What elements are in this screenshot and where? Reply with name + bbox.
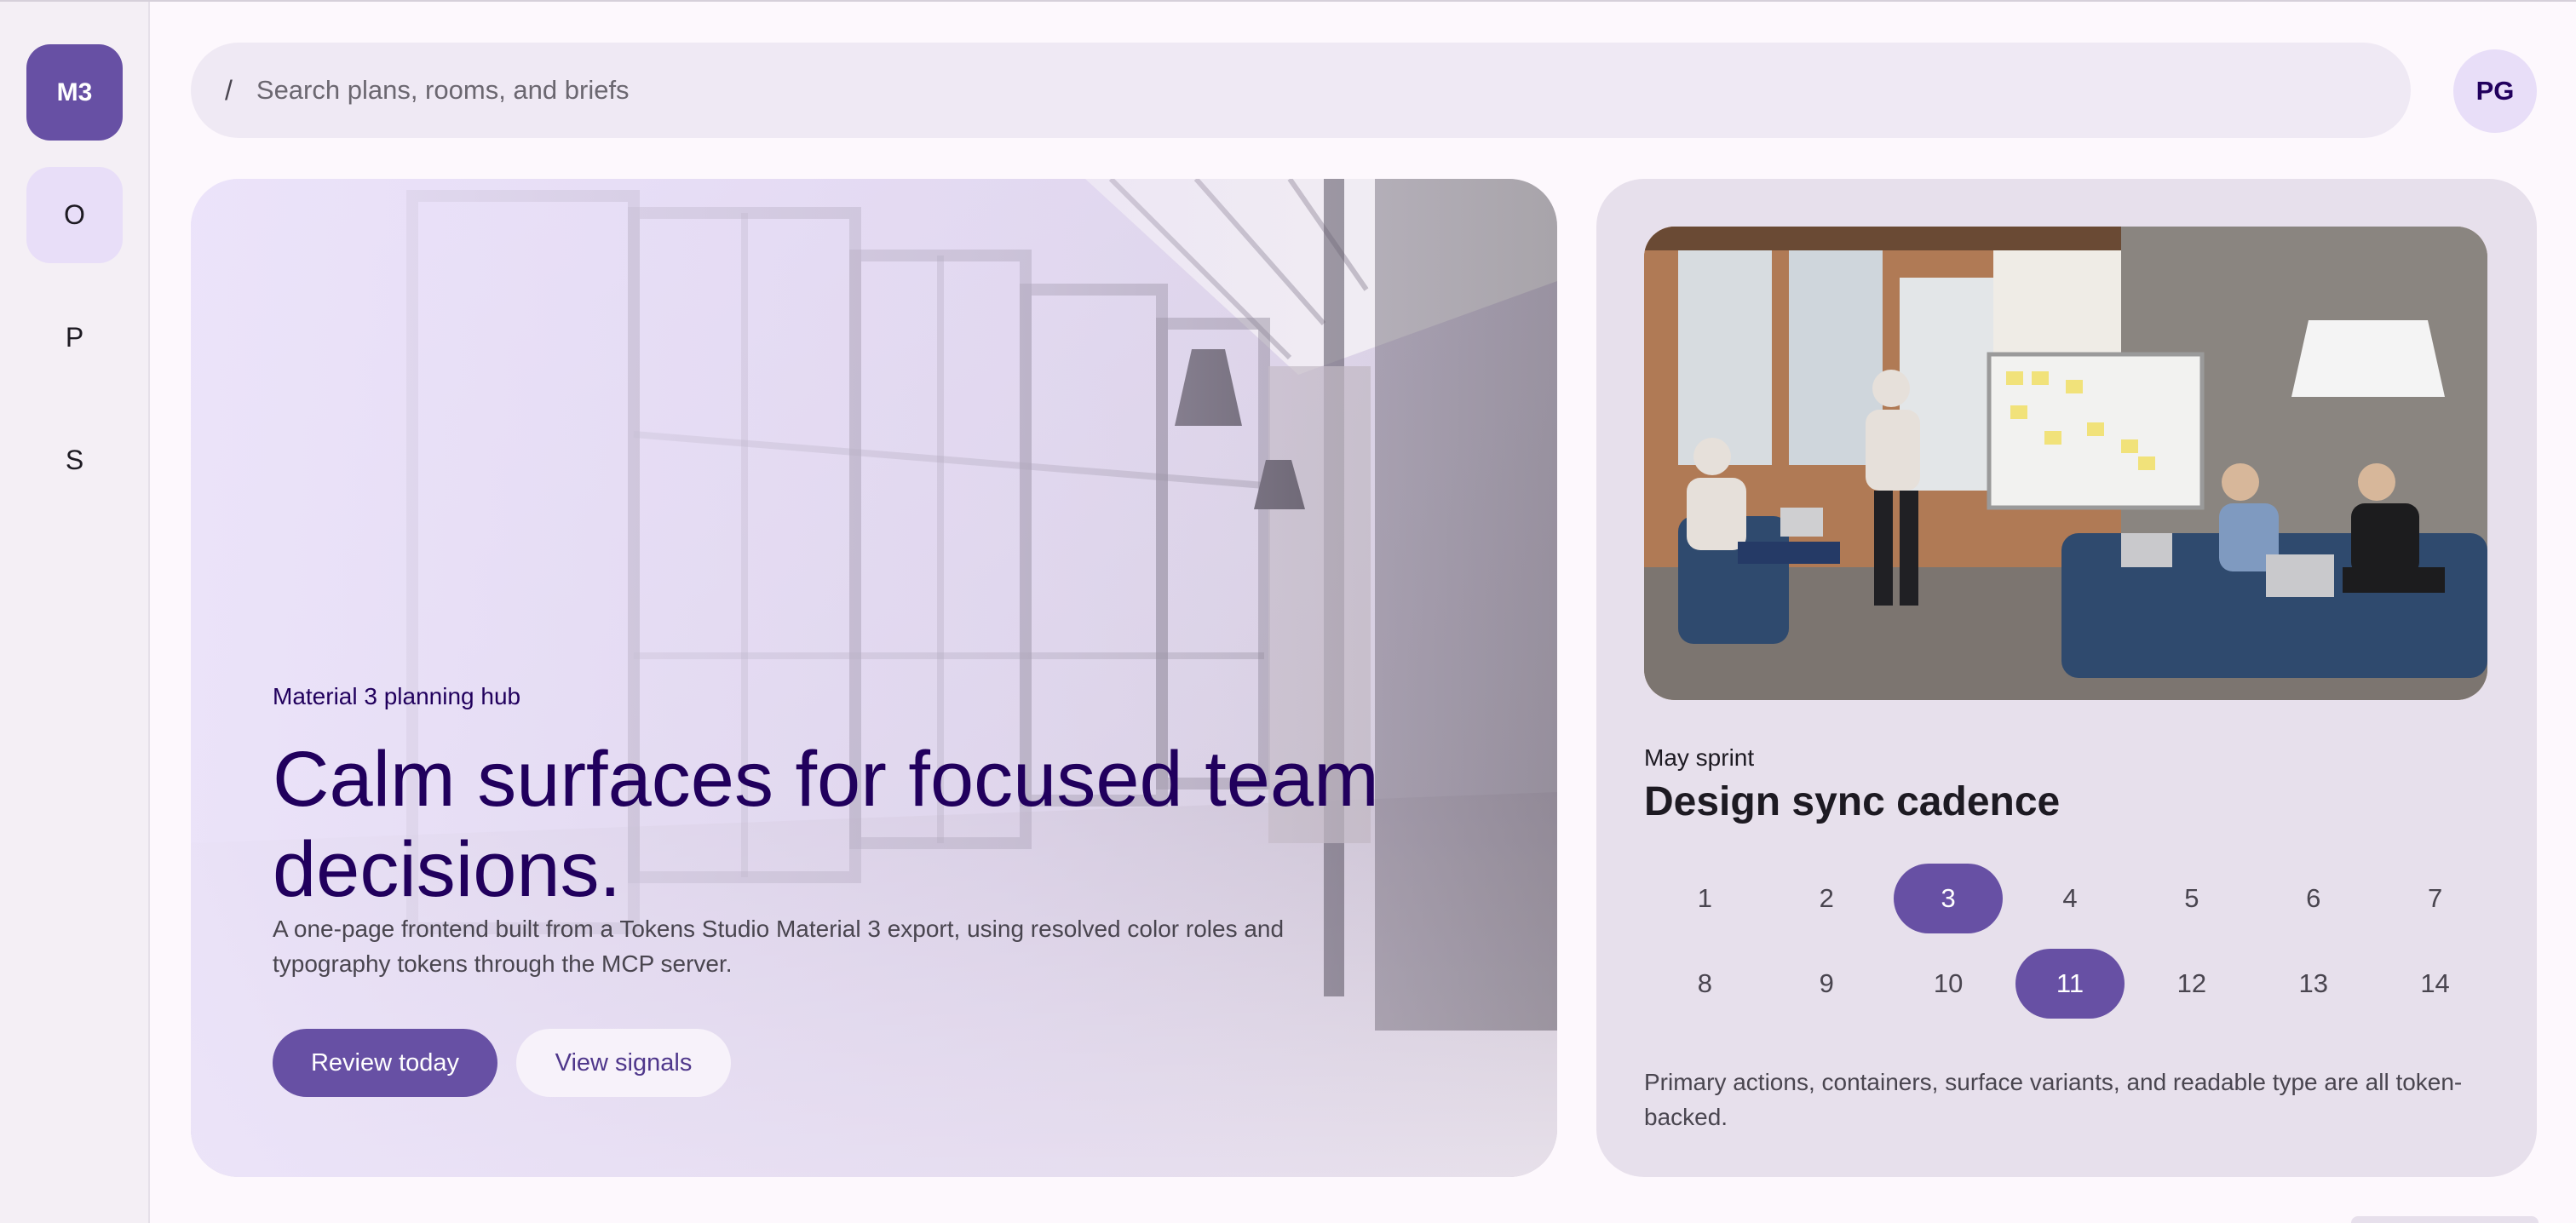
day-label: 12 <box>2176 968 2207 998</box>
day-label: 13 <box>2298 968 2328 998</box>
day-label: 3 <box>1894 864 2004 933</box>
sprint-footnote: Primary actions, containers, surface var… <box>1644 1069 2463 1130</box>
sprint-card: May sprint Design sync cadence 1 2 3 4 5… <box>1596 179 2537 1177</box>
day-chip-11[interactable]: 11 <box>2010 949 2131 1019</box>
rail-item-label: M3 <box>56 78 93 106</box>
day-label: 14 <box>2420 968 2450 998</box>
day-label: 7 <box>2427 883 2443 913</box>
day-label: 8 <box>1697 968 1713 998</box>
rail-item-label: S <box>65 445 84 475</box>
hero-headline: Calm surfaces for focused team decisions… <box>273 736 1379 913</box>
review-today-button[interactable]: Review today <box>273 1029 497 1097</box>
day-label: 5 <box>2184 883 2199 913</box>
team-meeting-illustration <box>1644 227 2487 700</box>
day-label: 2 <box>1819 883 1834 913</box>
slash-icon: / <box>225 74 233 106</box>
day-chip-6[interactable]: 6 <box>2252 864 2374 933</box>
search-input[interactable] <box>256 75 2216 106</box>
view-signals-button[interactable]: View signals <box>516 1029 731 1097</box>
search-bar[interactable]: / <box>191 43 2411 138</box>
window-top-border <box>0 0 2576 2</box>
rail-item-label: O <box>64 199 85 230</box>
rail-item-m3[interactable]: M3 <box>26 44 123 141</box>
day-chip-13[interactable]: 13 <box>2252 949 2374 1019</box>
avatar[interactable]: PG <box>2453 49 2537 133</box>
next-card-edge <box>2351 1216 2539 1223</box>
day-chip-10[interactable]: 10 <box>1888 949 2010 1019</box>
team-meeting-photo <box>1644 227 2487 700</box>
rail-item-p[interactable]: P <box>26 290 123 386</box>
day-chip-3[interactable]: 3 <box>1888 864 2010 933</box>
day-selector: 1 2 3 4 5 6 7 8 9 10 11 12 13 14 <box>1644 864 2496 1019</box>
sprint-eyebrow: May sprint <box>1644 744 1755 771</box>
navigation-rail: M3 O P S <box>0 2 150 1223</box>
day-label: 1 <box>1697 883 1713 913</box>
hero-description: A one-page frontend built from a Tokens … <box>273 916 1285 977</box>
rail-item-s[interactable]: S <box>26 412 123 508</box>
rail-item-label: P <box>65 322 84 353</box>
hero-eyebrow: Material 3 planning hub <box>273 683 521 709</box>
day-chip-5[interactable]: 5 <box>2130 864 2252 933</box>
day-chip-2[interactable]: 2 <box>1766 864 1888 933</box>
sprint-title: Design sync cadence <box>1644 779 2061 824</box>
day-label: 10 <box>1933 968 1964 998</box>
day-chip-8[interactable]: 8 <box>1644 949 1766 1019</box>
hallway-image <box>191 179 1557 1177</box>
day-chip-12[interactable]: 12 <box>2130 949 2252 1019</box>
rail-item-o[interactable]: O <box>26 167 123 263</box>
day-chip-1[interactable]: 1 <box>1644 864 1766 933</box>
avatar-initials: PG <box>2475 76 2515 106</box>
day-label: 11 <box>2015 949 2125 1019</box>
day-chip-7[interactable]: 7 <box>2374 864 2496 933</box>
day-chip-14[interactable]: 14 <box>2374 949 2496 1019</box>
day-chip-9[interactable]: 9 <box>1766 949 1888 1019</box>
day-chip-4[interactable]: 4 <box>2010 864 2131 933</box>
day-label: 4 <box>2062 883 2078 913</box>
hero-card: Material 3 planning hub Calm surfaces fo… <box>191 179 1557 1177</box>
day-label: 6 <box>2306 883 2321 913</box>
day-label: 9 <box>1819 968 1834 998</box>
